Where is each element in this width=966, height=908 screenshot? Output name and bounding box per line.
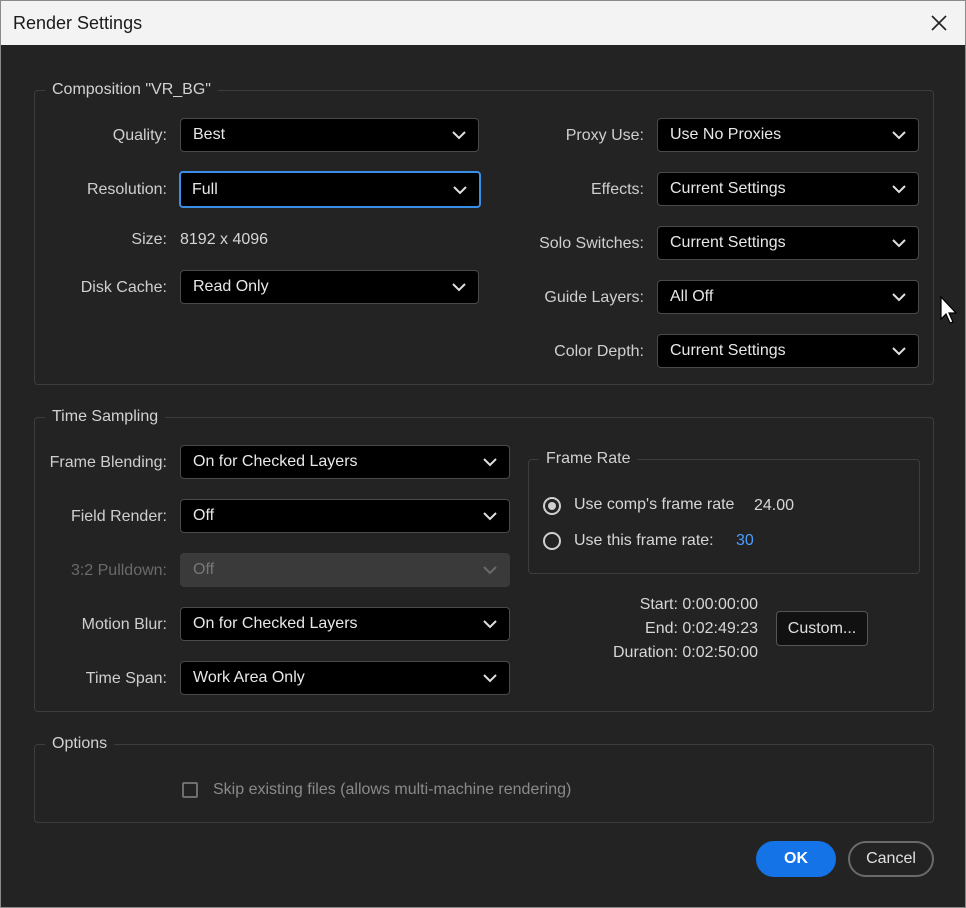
render-settings-window: Render Settings Composition "VR_BG" Qual… bbox=[0, 0, 966, 908]
time-sampling-legend: Time Sampling bbox=[45, 406, 166, 428]
proxy-use-dropdown[interactable]: Use No Proxies bbox=[657, 118, 919, 152]
solo-switches-value: Current Settings bbox=[670, 234, 786, 251]
use-this-frame-rate-label: Use this frame rate: bbox=[574, 532, 714, 549]
use-this-frame-rate-radio[interactable] bbox=[543, 532, 561, 550]
field-render-label: Field Render: bbox=[70, 508, 167, 525]
duration-time: Duration: 0:02:50:00 bbox=[613, 644, 758, 661]
chevron-down-icon bbox=[483, 566, 497, 575]
chevron-down-icon bbox=[483, 620, 497, 629]
time-span-dropdown[interactable]: Work Area Only bbox=[180, 661, 510, 695]
quality-dropdown[interactable]: Best bbox=[180, 118, 479, 152]
chevron-down-icon bbox=[483, 512, 497, 521]
solo-switches-dropdown[interactable]: Current Settings bbox=[657, 226, 919, 260]
frame-blending-value: On for Checked Layers bbox=[193, 453, 358, 470]
chevron-down-icon bbox=[892, 239, 906, 248]
disk-cache-label: Disk Cache: bbox=[80, 279, 167, 296]
chevron-down-icon bbox=[452, 131, 466, 140]
proxy-use-label: Proxy Use: bbox=[565, 127, 644, 144]
title-bar: Render Settings bbox=[1, 1, 965, 45]
disk-cache-dropdown[interactable]: Read Only bbox=[180, 270, 479, 304]
motion-blur-value: On for Checked Layers bbox=[193, 615, 358, 632]
window-title: Render Settings bbox=[13, 13, 143, 33]
custom-button[interactable]: Custom... bbox=[776, 611, 868, 646]
field-render-value: Off bbox=[193, 507, 215, 524]
chevron-down-icon bbox=[452, 283, 466, 292]
motion-blur-label: Motion Blur: bbox=[81, 616, 167, 633]
proxy-use-value: Use No Proxies bbox=[670, 126, 782, 143]
start-time: Start: 0:00:00:00 bbox=[639, 596, 758, 613]
skip-existing-label: Skip existing files (allows multi-machin… bbox=[213, 781, 572, 798]
composition-legend: Composition "VR_BG" bbox=[45, 79, 218, 101]
effects-dropdown[interactable]: Current Settings bbox=[657, 172, 919, 206]
size-value: 8192 x 4096 bbox=[180, 231, 269, 248]
pulldown-value: Off bbox=[193, 561, 215, 578]
options-legend: Options bbox=[45, 733, 115, 755]
chevron-down-icon bbox=[453, 185, 467, 194]
resolution-label: Resolution: bbox=[86, 181, 167, 198]
guide-layers-label: Guide Layers: bbox=[544, 289, 644, 306]
chevron-down-icon bbox=[483, 458, 497, 467]
chevron-down-icon bbox=[483, 674, 497, 683]
end-time: End: 0:02:49:23 bbox=[645, 620, 758, 637]
guide-layers-value: All Off bbox=[670, 288, 714, 305]
chevron-down-icon bbox=[892, 185, 906, 194]
frame-rate-group: Frame Rate bbox=[528, 448, 920, 574]
pulldown-dropdown: Off bbox=[180, 553, 510, 587]
mouse-cursor-icon bbox=[940, 295, 958, 324]
pulldown-label: 3:2 Pulldown: bbox=[70, 562, 167, 579]
this-frame-rate-value[interactable]: 30 bbox=[736, 531, 754, 551]
cancel-button[interactable]: Cancel bbox=[848, 841, 934, 877]
guide-layers-dropdown[interactable]: All Off bbox=[657, 280, 919, 314]
chevron-down-icon bbox=[892, 131, 906, 140]
quality-label: Quality: bbox=[112, 127, 167, 144]
solo-switches-label: Solo Switches: bbox=[539, 235, 644, 252]
chevron-down-icon bbox=[892, 347, 906, 356]
effects-label: Effects: bbox=[590, 181, 644, 198]
close-icon bbox=[931, 15, 947, 31]
disk-cache-value: Read Only bbox=[193, 278, 269, 295]
use-comp-frame-rate-radio[interactable] bbox=[543, 497, 561, 515]
field-render-dropdown[interactable]: Off bbox=[180, 499, 510, 533]
use-comp-frame-rate-label: Use comp's frame rate bbox=[574, 496, 735, 513]
dialog-content: Composition "VR_BG" Quality: Best Resolu… bbox=[1, 45, 965, 907]
color-depth-value: Current Settings bbox=[670, 342, 786, 359]
resolution-dropdown[interactable]: Full bbox=[179, 171, 481, 208]
time-span-label: Time Span: bbox=[85, 670, 167, 687]
frame-blending-label: Frame Blending: bbox=[49, 454, 167, 471]
chevron-down-icon bbox=[892, 293, 906, 302]
ok-button[interactable]: OK bbox=[756, 841, 836, 877]
skip-existing-checkbox[interactable] bbox=[182, 782, 198, 798]
quality-value: Best bbox=[193, 126, 226, 143]
custom-button-label: Custom... bbox=[787, 619, 857, 637]
cancel-button-label: Cancel bbox=[866, 850, 916, 867]
size-label: Size: bbox=[131, 231, 167, 248]
effects-value: Current Settings bbox=[670, 180, 786, 197]
ok-button-label: OK bbox=[784, 850, 808, 867]
frame-rate-legend: Frame Rate bbox=[539, 448, 638, 470]
time-span-value: Work Area Only bbox=[193, 669, 305, 686]
close-button[interactable] bbox=[923, 7, 955, 39]
motion-blur-dropdown[interactable]: On for Checked Layers bbox=[180, 607, 510, 641]
resolution-value: Full bbox=[192, 180, 218, 198]
color-depth-dropdown[interactable]: Current Settings bbox=[657, 334, 919, 368]
frame-blending-dropdown[interactable]: On for Checked Layers bbox=[180, 445, 510, 479]
color-depth-label: Color Depth: bbox=[554, 343, 644, 360]
comp-frame-rate-value: 24.00 bbox=[754, 497, 795, 514]
